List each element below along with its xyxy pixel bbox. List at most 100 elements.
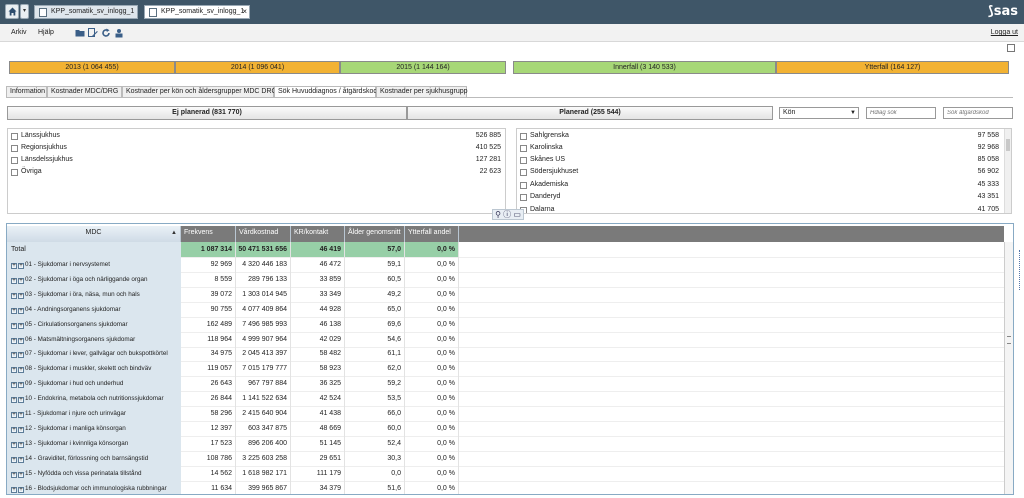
document-tab-2[interactable]: KPP_somatik_sv_inlogg_1 × [144,5,250,19]
mdc-name[interactable]: + +04 - Andningsorganens sjukdomar [7,301,181,317]
expand-icon[interactable]: + [11,426,17,433]
expand-all-icon[interactable]: + [18,456,24,463]
table-row[interactable]: + +06 - Matsmältningsorganens sjukdomar 11… [7,331,1004,347]
year-2015-bar[interactable]: 2015 (1 144 164) [340,61,506,74]
menu-hjalp[interactable]: Hjälp [38,29,54,36]
procedure-search-input[interactable] [943,107,1013,119]
expand-all-icon[interactable]: + [18,277,24,284]
logout-link[interactable]: Logga ut [991,29,1018,36]
list-scrollbar[interactable] [1004,129,1011,213]
expand-all-icon[interactable]: + [18,397,24,404]
planerad-button[interactable]: Planerad (255 544) [407,106,773,120]
expand-all-icon[interactable]: + [18,441,24,448]
mdc-name[interactable]: + +11 - Sjukdomar i njure och urinvägar [7,406,181,421]
table-row[interactable]: + +01 - Sjukdomar i nervsystemet 92 969 4 3… [7,257,1004,272]
table-row[interactable]: + +03 - Sjukdomar i öra, näsa, mun och ha… [7,286,1004,302]
checkbox[interactable] [520,133,527,140]
expand-icon[interactable]: + [11,322,17,329]
table-row[interactable]: + +13 - Sjukdomar i kvinnliga könsorgan 17… [7,435,1004,451]
table-row[interactable]: + +11 - Sjukdomar i njure och urinvägar 58… [7,406,1004,421]
expand-icon[interactable]: + [11,352,17,359]
mdc-name[interactable]: + +03 - Sjukdomar i öra, näsa, mun och ha… [7,286,181,302]
checkbox[interactable] [11,169,18,176]
year-2013-bar[interactable]: 2013 (1 064 455) [9,61,175,74]
ytterfall-bar[interactable]: Ytterfall (164 127) [776,61,1009,74]
expand-icon[interactable]: + [11,471,17,478]
folder-open-icon[interactable] [75,28,85,38]
mdc-name[interactable]: + +09 - Sjukdomar i hud och underhud [7,376,181,392]
scroll-grip[interactable] [1007,336,1011,344]
checkbox[interactable] [520,169,527,176]
checkbox[interactable] [520,157,527,164]
table-row[interactable]: + +04 - Andningsorganens sjukdomar 90 755 4… [7,301,1004,317]
expand-all-icon[interactable]: + [18,412,24,418]
table-row[interactable]: + +02 - Sjukdomar i öga och närliggande o… [7,271,1004,287]
checkbox[interactable] [11,157,18,164]
checkbox[interactable] [520,194,527,201]
table-scrollbar[interactable] [1004,242,1013,494]
table-total-row[interactable]: Total 1 087 314 50 471 531 656 46 419 57,0 0,… [7,242,1004,257]
table-row[interactable]: + +07 - Sjukdomar i lever, gallvägar och … [7,346,1004,362]
list-item[interactable]: Danderyd 43 351 [517,191,1011,203]
home-menu-button[interactable]: ▾ [20,4,29,19]
mdc-name[interactable]: + +01 - Sjukdomar i nervsystemet [7,257,181,272]
ej-planerad-button[interactable]: Ej planerad (831 770) [7,106,407,120]
home-button[interactable] [5,4,19,19]
mdc-name[interactable]: + +05 - Cirkulationsorganens sjukdomar [7,316,181,332]
table-row[interactable]: + +15 - Nyfödda och vissa perinatala till… [7,465,1004,481]
expand-all-icon[interactable]: + [18,486,24,493]
column-header-ytterfall[interactable]: Ytterfall andel [405,226,459,242]
checkbox[interactable] [520,182,527,189]
expand-icon[interactable]: + [11,337,17,344]
mdc-name[interactable]: + +10 - Endokrina, metabola och nutrition… [7,391,181,407]
table-row[interactable]: + +08 - Sjukdomar i muskler, skelett och … [7,361,1004,377]
column-header-kr-kontakt[interactable]: KR/kontakt [291,226,345,242]
expand-all-icon[interactable]: + [18,322,24,329]
checkbox[interactable] [520,145,527,152]
sort-asc-icon[interactable]: ▲ [171,226,177,240]
expand-icon[interactable]: + [11,412,17,418]
list-item[interactable]: Länssjukhus 526 885 [8,130,505,142]
mdc-name[interactable]: + +02 - Sjukdomar i öga och närliggande o… [7,271,181,287]
expand-icon[interactable]: + [11,263,17,269]
side-panel-handle[interactable] [1019,250,1024,290]
maximize-icon[interactable] [1007,44,1015,52]
total-label[interactable]: Total [7,242,181,257]
expand-all-icon[interactable]: + [18,426,24,433]
expand-icon[interactable]: + [11,486,17,493]
list-item[interactable]: Övriga 22 623 [8,166,505,178]
mdc-name[interactable]: + +07 - Sjukdomar i lever, gallvägar och … [7,346,181,362]
diagnosis-search-input[interactable] [866,107,936,119]
expand-icon[interactable]: + [11,367,17,374]
expand-all-icon[interactable]: + [18,382,24,389]
list-item[interactable]: Akademiska 45 333 [517,179,1011,191]
filter-info-close-icons[interactable]: ⚲ ⓘ ▭ [492,209,524,220]
list-item[interactable]: Sahlgrenska 97 558 [517,130,1011,142]
expand-icon[interactable]: + [11,441,17,448]
expand-all-icon[interactable]: + [18,263,24,269]
expand-all-icon[interactable]: + [18,352,24,359]
column-header-frekvens[interactable]: Frekvens [181,226,236,242]
expand-all-icon[interactable]: + [18,337,24,344]
scroll-thumb[interactable] [1006,139,1010,151]
mdc-name[interactable]: + +06 - Matsmältningsorganens sjukdomar [7,331,181,347]
share-icon[interactable] [114,28,124,38]
expand-all-icon[interactable]: + [18,307,24,314]
mdc-name[interactable]: + +13 - Sjukdomar i kvinnliga könsorgan [7,435,181,451]
mdc-name[interactable]: + +08 - Sjukdomar i muskler, skelett och … [7,361,181,377]
gender-select[interactable]: Kön ▼ [779,107,859,119]
table-row[interactable]: + +09 - Sjukdomar i hud och underhud 26 64… [7,376,1004,392]
expand-icon[interactable]: + [11,277,17,284]
table-row[interactable]: + +16 - Blodsjukdomar och immunologiska r… [7,480,1004,494]
list-item[interactable]: Dalarna 41 705 [517,204,1011,213]
expand-icon[interactable]: + [11,307,17,314]
column-header-alder[interactable]: Ålder genomsnitt [345,226,405,242]
list-item[interactable]: Södersjukhuset 56 902 [517,166,1011,178]
mdc-name[interactable]: + +15 - Nyfödda och vissa perinatala till… [7,465,181,481]
mdc-name[interactable]: + +12 - Sjukdomar i manliga könsorgan [7,420,181,436]
expand-icon[interactable]: + [11,382,17,389]
expand-icon[interactable]: + [11,397,17,404]
table-row[interactable]: + +12 - Sjukdomar i manliga könsorgan 12 3… [7,420,1004,436]
expand-icon[interactable]: + [11,456,17,463]
innerfall-bar[interactable]: Innerfall (3 140 533) [513,61,776,74]
